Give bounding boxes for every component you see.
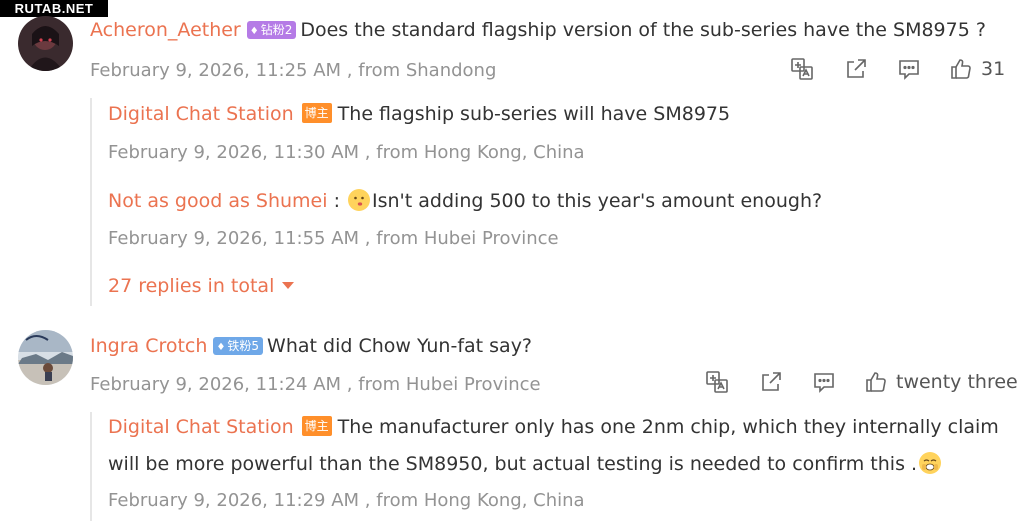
- comment-icon[interactable]: [897, 57, 921, 81]
- host-badge: 博主: [301, 103, 332, 123]
- reply-thread: Digital Chat Station 博主 The flagship sub-s…: [90, 98, 1012, 306]
- comment: Ingra Crotch ♦ 铁粉5 What did Chow Yun-fat sa…: [0, 316, 1024, 521]
- like-count: twenty three: [896, 371, 1018, 393]
- emoji-icon: [348, 189, 371, 211]
- comment-text: What did Chow Yun-fat say?: [267, 335, 533, 357]
- comment: Acheron_Aether ♦ 钻粉2 Does the standard flag…: [0, 0, 1024, 310]
- translate-icon[interactable]: [705, 370, 729, 394]
- caret-down-icon: [282, 282, 295, 289]
- diamond-icon: ♦: [216, 342, 226, 353]
- username[interactable]: Digital Chat Station: [108, 103, 294, 125]
- emoji-icon: [919, 452, 942, 474]
- reply-continuation: will be more powerful than the SM8950, b…: [108, 452, 943, 475]
- more-replies-label: 27 replies in total: [108, 275, 275, 297]
- share-icon[interactable]: [759, 370, 783, 394]
- comment-header: Ingra Crotch ♦ 铁粉5 What did Chow Yun-fat sa…: [90, 335, 532, 357]
- diamond-icon: ♦: [249, 26, 259, 37]
- translate-icon[interactable]: [790, 57, 814, 81]
- username[interactable]: Acheron_Aether: [90, 19, 241, 41]
- username[interactable]: Ingra Crotch: [90, 335, 207, 357]
- fan-badge[interactable]: ♦ 钻粉2: [246, 21, 297, 39]
- badge-label: 钻粉2: [260, 23, 293, 37]
- comment-actions: twenty three: [705, 370, 1018, 394]
- reply-text: The flagship sub-series will have SM8975: [337, 103, 731, 125]
- reply-text: will be more powerful than the SM8950, b…: [108, 453, 918, 475]
- reply-separator: :: [327, 190, 347, 212]
- avatar[interactable]: [18, 330, 73, 385]
- reply: Not as good as Shumei : Isn't adding 500…: [108, 189, 822, 212]
- comment-text: Does the standard flagship version of th…: [300, 19, 986, 41]
- like-count: 31: [981, 58, 1006, 80]
- more-replies-link[interactable]: 27 replies in total: [108, 275, 295, 297]
- reply-text: Isn't adding 500 to this year's amount e…: [372, 190, 823, 212]
- reply-meta: February 9, 2026, 11:55 AM , from Hubei …: [108, 228, 559, 249]
- reply-text: The manufacturer only has one 2nm chip, …: [337, 416, 999, 438]
- comment-meta: February 9, 2026, 11:25 AM , from Shando…: [90, 60, 497, 81]
- comment-actions: 31: [790, 57, 1005, 81]
- badge-label: 铁粉5: [227, 339, 260, 353]
- host-badge: 博主: [301, 416, 332, 436]
- avatar[interactable]: [18, 16, 73, 71]
- comment-icon[interactable]: [812, 370, 836, 394]
- reply: Digital Chat Station 博主 The flagship sub-s…: [108, 103, 730, 125]
- comment-header: Acheron_Aether ♦ 钻粉2 Does the standard flag…: [90, 19, 986, 41]
- like-icon[interactable]: [864, 370, 888, 394]
- username[interactable]: Not as good as Shumei: [108, 190, 328, 212]
- reply: Digital Chat Station 博主 The manufacturer o…: [108, 416, 999, 438]
- share-icon[interactable]: [844, 57, 868, 81]
- reply-meta: February 9, 2026, 11:30 AM , from Hong K…: [108, 142, 585, 163]
- reply-thread: Digital Chat Station 博主 The manufacturer o…: [90, 412, 1012, 521]
- username[interactable]: Digital Chat Station: [108, 416, 294, 438]
- like-icon[interactable]: [949, 57, 973, 81]
- comment-meta: February 9, 2026, 11:24 AM , from Hubei …: [90, 374, 541, 395]
- reply-meta: February 9, 2026, 11:29 AM , from Hong K…: [108, 490, 585, 511]
- fan-badge[interactable]: ♦ 铁粉5: [213, 337, 264, 355]
